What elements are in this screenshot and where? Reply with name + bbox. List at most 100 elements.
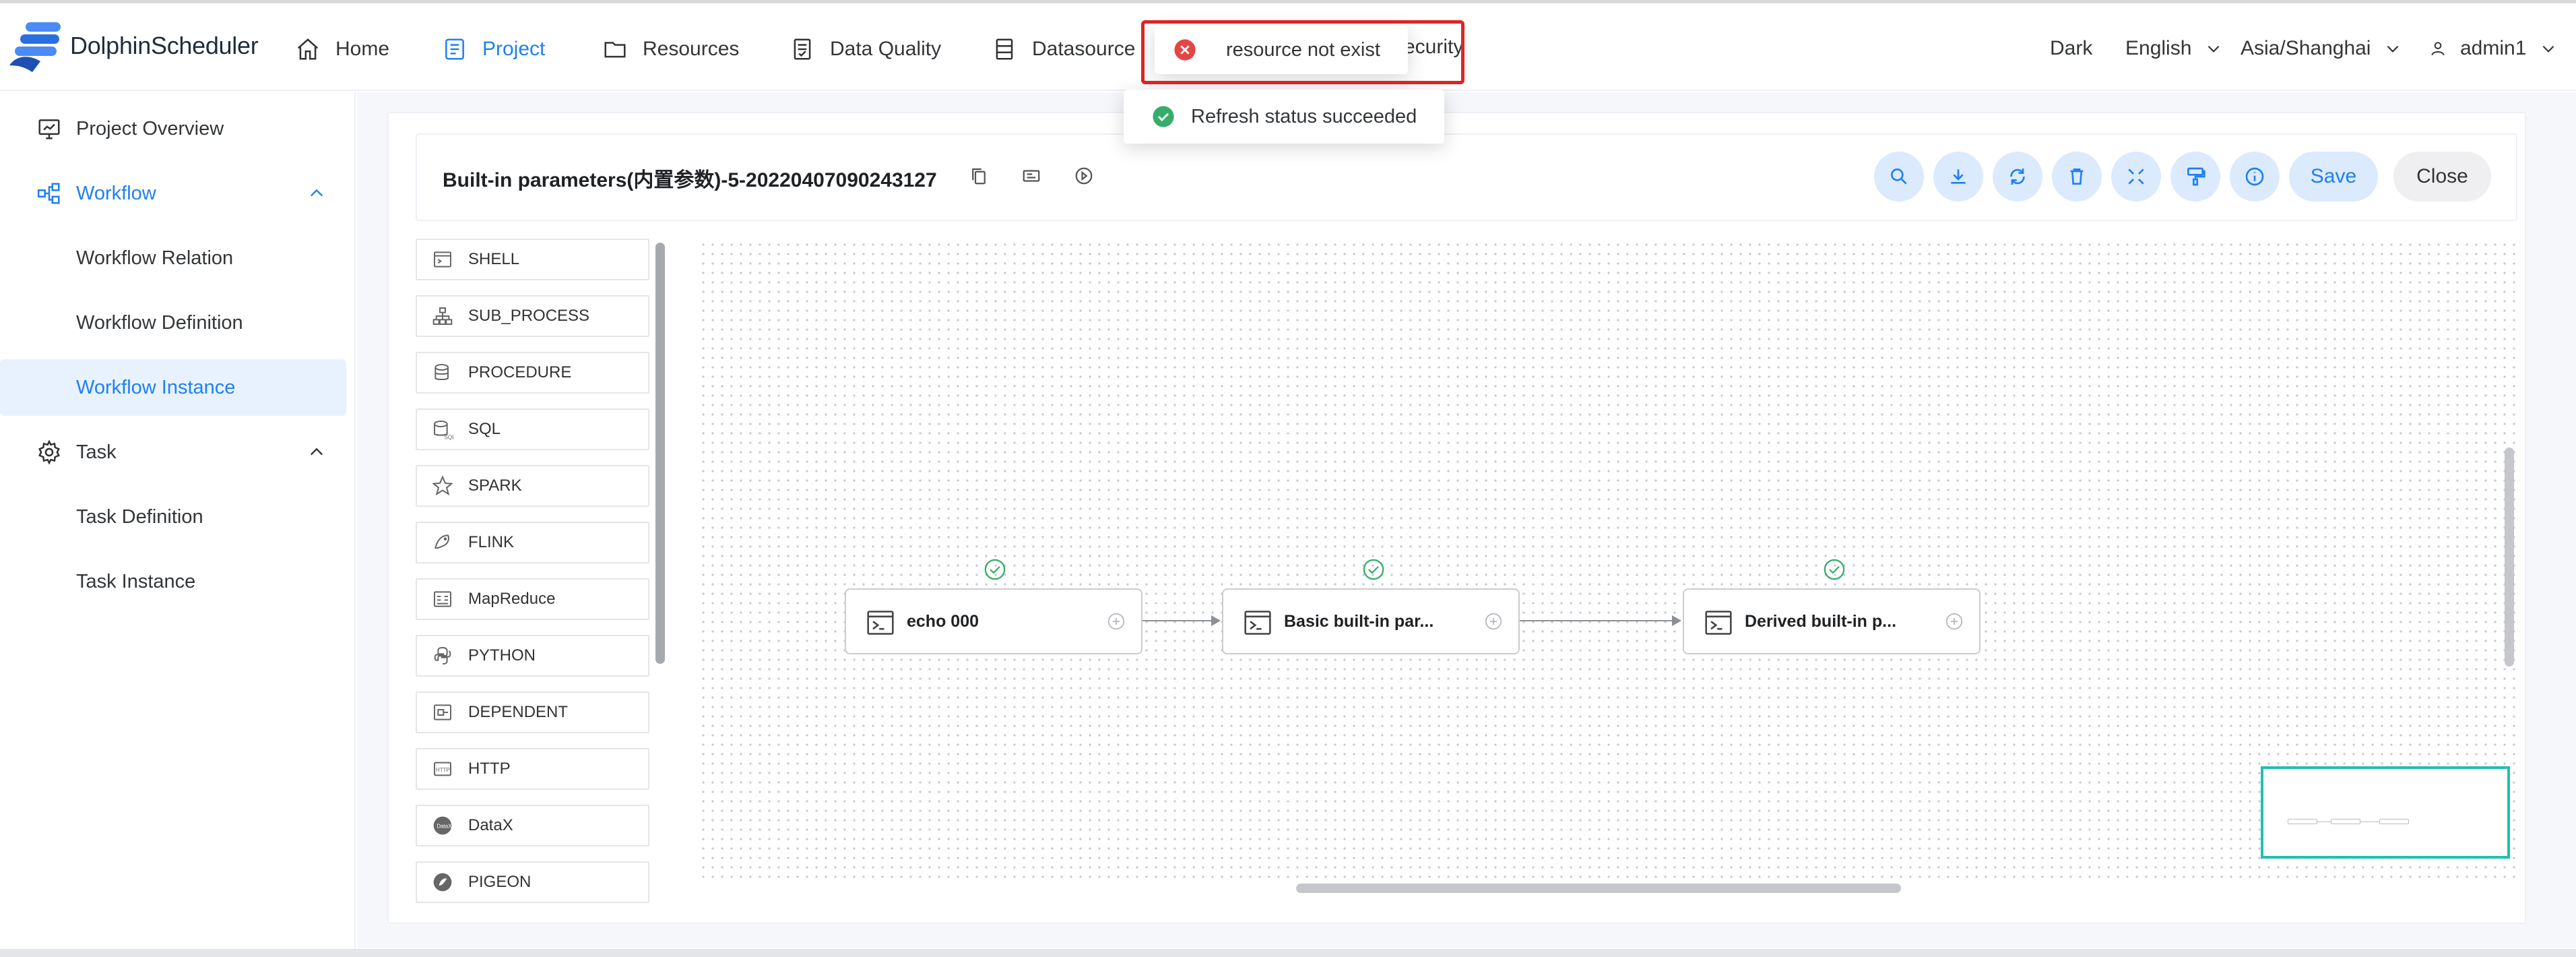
- sidebar-item-label: Project Overview: [76, 117, 224, 140]
- palette-item-python[interactable]: PYTHON: [416, 635, 649, 677]
- nav-security-partial[interactable]: ecurity: [1404, 36, 1463, 59]
- sidebar-item-label: Workflow Instance: [76, 376, 236, 398]
- nav-project[interactable]: Project: [442, 33, 545, 65]
- data-quality-icon: [794, 38, 811, 60]
- sidebar: Project Overview Workflow Workflow Relat…: [0, 92, 356, 957]
- timezone-select[interactable]: Asia/Shanghai: [2241, 37, 2402, 60]
- nav-datasource[interactable]: Datasource: [992, 33, 1135, 65]
- palette-item-label: SQL: [468, 420, 501, 438]
- palette-item-dependent[interactable]: DEPENDENT: [416, 691, 649, 733]
- format-icon: [2187, 167, 2205, 186]
- timezone-label: Asia/Shanghai: [2241, 37, 2371, 59]
- close-button[interactable]: Close: [2393, 152, 2491, 202]
- mapreduce-icon: [434, 591, 451, 607]
- variables-icon[interactable]: [1021, 166, 1041, 186]
- username-label: admin1: [2460, 37, 2527, 59]
- chevron-down-icon: [2387, 45, 2399, 53]
- download-button[interactable]: [1933, 152, 1983, 202]
- dolphinscheduler-logo[interactable]: [5, 18, 73, 79]
- nav-datasource-label: Datasource: [1032, 38, 1136, 60]
- fullscreen-button[interactable]: [2111, 152, 2161, 202]
- sidebar-item-workflow-instance[interactable]: Workflow Instance: [0, 359, 346, 416]
- palette-item-sql[interactable]: SQL SQL: [416, 408, 649, 450]
- workflow-icon: [37, 183, 60, 204]
- dag-minimap[interactable]: [2261, 766, 2510, 859]
- chevron-up-icon: [311, 447, 323, 456]
- dag-node-label: Derived built-in p...: [1745, 611, 1897, 631]
- palette-scrollbar[interactable]: [655, 243, 665, 664]
- sidebar-item-task-definition[interactable]: Task Definition: [0, 489, 346, 545]
- pigeon-icon: [433, 873, 452, 892]
- palette-item-label: FLINK: [468, 533, 515, 551]
- dependent-icon: [434, 704, 451, 720]
- search-button[interactable]: [1874, 152, 1924, 202]
- sidebar-item-label: Task: [76, 441, 117, 463]
- dag-node-label: echo 000: [907, 611, 979, 631]
- dag-node-label: Basic built-in par...: [1284, 611, 1434, 631]
- http-icon: HTTP: [434, 762, 451, 776]
- add-node-icon[interactable]: [1106, 611, 1126, 631]
- error-icon: [1174, 39, 1196, 61]
- user-icon: [2431, 42, 2445, 56]
- palette-item-shell[interactable]: SHELL: [416, 239, 649, 280]
- folder-icon: [604, 42, 626, 58]
- theme-toggle[interactable]: Dark: [2050, 37, 2092, 60]
- brand-name[interactable]: DolphinScheduler: [70, 32, 259, 60]
- palette-item-procedure[interactable]: PROCEDURE: [416, 352, 649, 394]
- palette-item-label: PYTHON: [468, 646, 536, 665]
- palette-item-sub-process[interactable]: SUB_PROCESS: [416, 295, 649, 337]
- success-toast: Refresh status succeeded: [1124, 90, 1444, 144]
- copy-icon[interactable]: [969, 166, 989, 186]
- palette-item-flink[interactable]: FLINK: [416, 522, 649, 563]
- error-toast-text: resource not exist: [1226, 38, 1380, 61]
- project-icon: [445, 38, 464, 60]
- svg-text:DataX: DataX: [437, 823, 452, 829]
- nav-resources[interactable]: Resources: [602, 33, 739, 65]
- refresh-button[interactable]: [1993, 152, 2042, 202]
- chevron-up-icon: [311, 189, 323, 197]
- success-icon: [1153, 106, 1174, 127]
- nav-home[interactable]: Home: [295, 33, 389, 65]
- add-node-icon[interactable]: [1483, 611, 1504, 631]
- datasource-icon: [996, 38, 1013, 60]
- palette-item-pigeon[interactable]: PIGEON: [416, 861, 649, 903]
- add-node-icon[interactable]: [1944, 611, 1964, 631]
- palette-item-label: MapReduce: [468, 590, 556, 608]
- user-menu[interactable]: admin1: [2429, 37, 2557, 60]
- sidebar-item-task-instance[interactable]: Task Instance: [0, 553, 346, 610]
- minimap-node: [2379, 819, 2409, 824]
- dag-node-derived-built-in[interactable]: Derived built-in p...: [1683, 588, 1981, 654]
- sidebar-item-task[interactable]: Task: [0, 424, 346, 481]
- info-button[interactable]: [2230, 152, 2280, 202]
- delete-button[interactable]: [2052, 152, 2102, 202]
- palette-item-mapreduce[interactable]: MapReduce: [416, 578, 649, 620]
- dag-node-echo-000[interactable]: echo 000: [845, 588, 1142, 654]
- shell-icon: [434, 251, 451, 268]
- nav-data-quality[interactable]: Data Quality: [790, 33, 941, 65]
- dag-canvas[interactable]: [699, 240, 2517, 880]
- palette-item-datax[interactable]: DataX DataX: [416, 805, 649, 846]
- startup-params-icon[interactable]: [1074, 166, 1094, 186]
- success-status-icon: [1363, 559, 1384, 580]
- sidebar-item-project-overview[interactable]: Project Overview: [0, 100, 346, 157]
- language-select[interactable]: English: [2125, 37, 2222, 60]
- sub-process-icon: [432, 307, 453, 325]
- procedure-icon: [434, 364, 449, 380]
- sidebar-item-workflow-definition[interactable]: Workflow Definition: [0, 295, 346, 351]
- dag-node-basic-built-in[interactable]: Basic built-in par...: [1222, 588, 1520, 654]
- palette-item-label: PROCEDURE: [468, 363, 572, 381]
- sidebar-item-workflow-relation[interactable]: Workflow Relation: [0, 230, 346, 286]
- palette-item-label: DEPENDENT: [468, 703, 569, 721]
- sidebar-item-label: Workflow Definition: [76, 311, 243, 334]
- save-button[interactable]: Save: [2289, 152, 2378, 202]
- chevron-down-icon: [2543, 45, 2554, 53]
- download-icon: [1951, 169, 1966, 184]
- canvas-horizontal-scrollbar[interactable]: [1296, 884, 1901, 893]
- format-button[interactable]: [2170, 152, 2220, 202]
- theme-label: Dark: [2050, 37, 2093, 59]
- palette-item-spark[interactable]: SPARK: [416, 465, 649, 507]
- palette-item-http[interactable]: HTTP HTTP: [416, 748, 649, 790]
- sidebar-item-workflow[interactable]: Workflow: [0, 165, 346, 222]
- nav-project-label: Project: [482, 38, 546, 60]
- canvas-vertical-scrollbar[interactable]: [2505, 447, 2514, 667]
